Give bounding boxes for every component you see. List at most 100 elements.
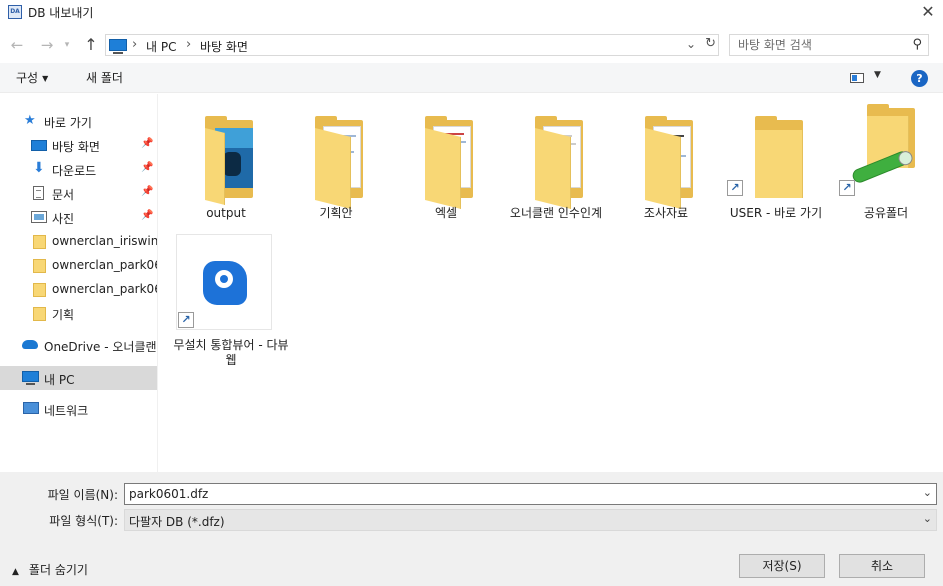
folder-icon [33,259,46,273]
sidebar-item-downloads[interactable]: ⬇ 다운로드 📌 [0,158,157,180]
sidebar-item-label: 문서 [52,188,75,202]
pictures-icon [31,211,47,223]
sidebar-item-label: 바탕 화면 [52,140,100,154]
save-dialog: DA DB 내보내기 ✕ ← → ▾ ↑ › 내 PC › 바탕 화면 ⌄ ↻ … [0,0,943,586]
toolbar: 구성 ▼ 새 폴더 ▼ ? [0,63,943,93]
pin-icon[interactable]: 📌 [141,186,153,197]
file-name: 공유폴더 [863,206,909,220]
breadcrumb-my-pc[interactable]: 내 PC [146,38,176,55]
shortcut-arrow-icon: ↗ [839,180,855,196]
new-folder-button[interactable]: 새 폴더 [86,69,123,86]
chevron-up-icon: ▲ [12,567,19,577]
network-icon [23,402,39,414]
folder-icon [301,116,367,209]
folder-icon [33,235,46,249]
organize-button[interactable]: 구성 ▼ [16,69,48,86]
file-item-app-shortcut[interactable]: ↗ 무설치 통합뷰어 - 다뷰 웹 [158,234,289,367]
chevron-down-icon[interactable]: ⌄ [923,486,932,499]
file-item-output[interactable]: output [171,102,281,222]
breadcrumb-separator[interactable]: › [132,37,137,52]
cancel-button[interactable]: 취소 [839,554,925,578]
shortcut-arrow-icon: ↗ [178,312,194,328]
sidebar-item-label: 사진 [52,212,75,226]
db-app-icon: DA [8,5,22,19]
recent-locations-button[interactable]: ▾ [61,34,73,56]
chevron-down-icon: ⌄ [922,512,932,525]
file-item-folder[interactable]: 엑셀 [391,102,501,222]
filetype-select[interactable]: 다팔자 DB (*.dfz) ⌄ [124,509,937,531]
help-button[interactable]: ? [911,70,928,87]
folder-icon [741,116,807,200]
file-item-folder[interactable]: 조사자료 [611,102,721,222]
save-button[interactable]: 저장(S) [739,554,825,578]
file-item-folder[interactable]: 기획안 [281,102,391,222]
sidebar-item-folder[interactable]: ownerclan_park0601 [0,278,157,300]
hide-folders-button[interactable]: ▲ 폴더 숨기기 [12,561,88,578]
sidebar-item-folder[interactable]: 기획 [0,302,157,324]
file-name: 엑셀 [434,206,458,220]
filename-field[interactable]: ⌄ [124,483,937,505]
file-name: 기획안 [319,206,353,220]
chevron-down-icon[interactable]: ⌄ [686,37,696,51]
file-name: output [206,206,246,220]
sidebar-item-label: 기획 [52,308,75,322]
file-item-shortcut[interactable]: ↗ USER - 바로 가기 [721,102,831,222]
star-icon: ★ [24,113,36,128]
refresh-icon[interactable]: ↻ [705,36,716,51]
search-box[interactable]: ⚲ [729,34,929,56]
change-view-button[interactable]: ▼ [848,70,886,86]
sidebar-item-label: 내 PC [44,373,75,387]
bottom-panel: 파일 이름(N): ⌄ 파일 형식(T): 다팔자 DB (*.dfz) ⌄ ▲… [0,472,943,586]
breadcrumb-separator[interactable]: › [186,37,191,52]
sidebar-item-label: OneDrive - 오너클랜 [44,340,157,354]
filename-input[interactable] [125,484,905,504]
back-button[interactable]: ← [6,34,28,56]
navigation-bar: ← → ▾ ↑ › 내 PC › 바탕 화면 ⌄ ↻ ⚲ [0,30,943,60]
sidebar-item-label: ownerclan_park0601 [52,282,157,296]
desktop-icon [31,140,47,151]
close-icon: ✕ [921,2,935,21]
search-input[interactable] [738,35,908,55]
sidebar-item-network[interactable]: 네트워크 [0,398,157,420]
download-icon: ⬇ [33,160,45,176]
file-item-shortcut[interactable]: ↗ 공유폴더 [831,102,941,222]
title-bar: DA DB 내보내기 ✕ [0,0,943,26]
filetype-value: 다팔자 DB (*.dfz) [129,515,225,529]
organize-label: 구성 [16,71,39,85]
folder-icon [33,283,46,297]
search-icon[interactable]: ⚲ [912,37,922,52]
sidebar-item-label: ownerclan_park0601 [52,258,157,272]
sidebar-item-folder[interactable]: ownerclan_iriswin2_ [0,230,157,252]
forward-button[interactable]: → [36,34,58,56]
sidebar-item-folder[interactable]: ownerclan_park0601 [0,254,157,276]
shortcut-arrow-icon: ↗ [727,180,743,196]
folder-icon [521,116,587,209]
documents-icon [33,186,44,200]
folder-icon [411,116,477,209]
folder-icon [33,307,46,321]
pin-icon[interactable]: 📌 [141,162,153,173]
file-item-folder[interactable]: 오너클랜 인수인계 [501,102,611,222]
close-button[interactable]: ✕ [913,0,943,26]
sidebar-item-pictures[interactable]: 사진 📌 [0,206,157,228]
sidebar-item-my-pc[interactable]: 내 PC [0,366,157,390]
filetype-label: 파일 형식(T): [49,514,118,528]
pc-icon [109,39,127,54]
sidebar-item-documents[interactable]: 문서 📌 [0,182,157,204]
up-button[interactable]: ↑ [80,34,102,56]
sidebar-item-quick-access[interactable]: ★ 바로 가기 [0,110,157,132]
pc-icon [22,371,39,385]
folder-icon [191,116,257,205]
pin-icon[interactable]: 📌 [141,210,153,221]
caret-down-icon: ▼ [874,70,881,80]
file-name: USER - 바로 가기 [729,206,823,220]
file-list: output 기획안 엑셀 오너클랜 인수인계 조사자료 ↗ USER - 바로… [158,94,943,472]
address-bar[interactable]: › 내 PC › 바탕 화면 ⌄ ↻ [105,34,719,56]
pin-icon[interactable]: 📌 [141,138,153,149]
breadcrumb-desktop[interactable]: 바탕 화면 [200,38,248,55]
sidebar-item-desktop[interactable]: 바탕 화면 📌 [0,134,157,156]
hide-folders-label: 폴더 숨기기 [28,563,88,577]
sidebar-item-onedrive[interactable]: OneDrive - 오너클랜 [0,334,157,356]
onedrive-icon [22,340,38,349]
caret-down-icon: ▼ [42,74,49,83]
